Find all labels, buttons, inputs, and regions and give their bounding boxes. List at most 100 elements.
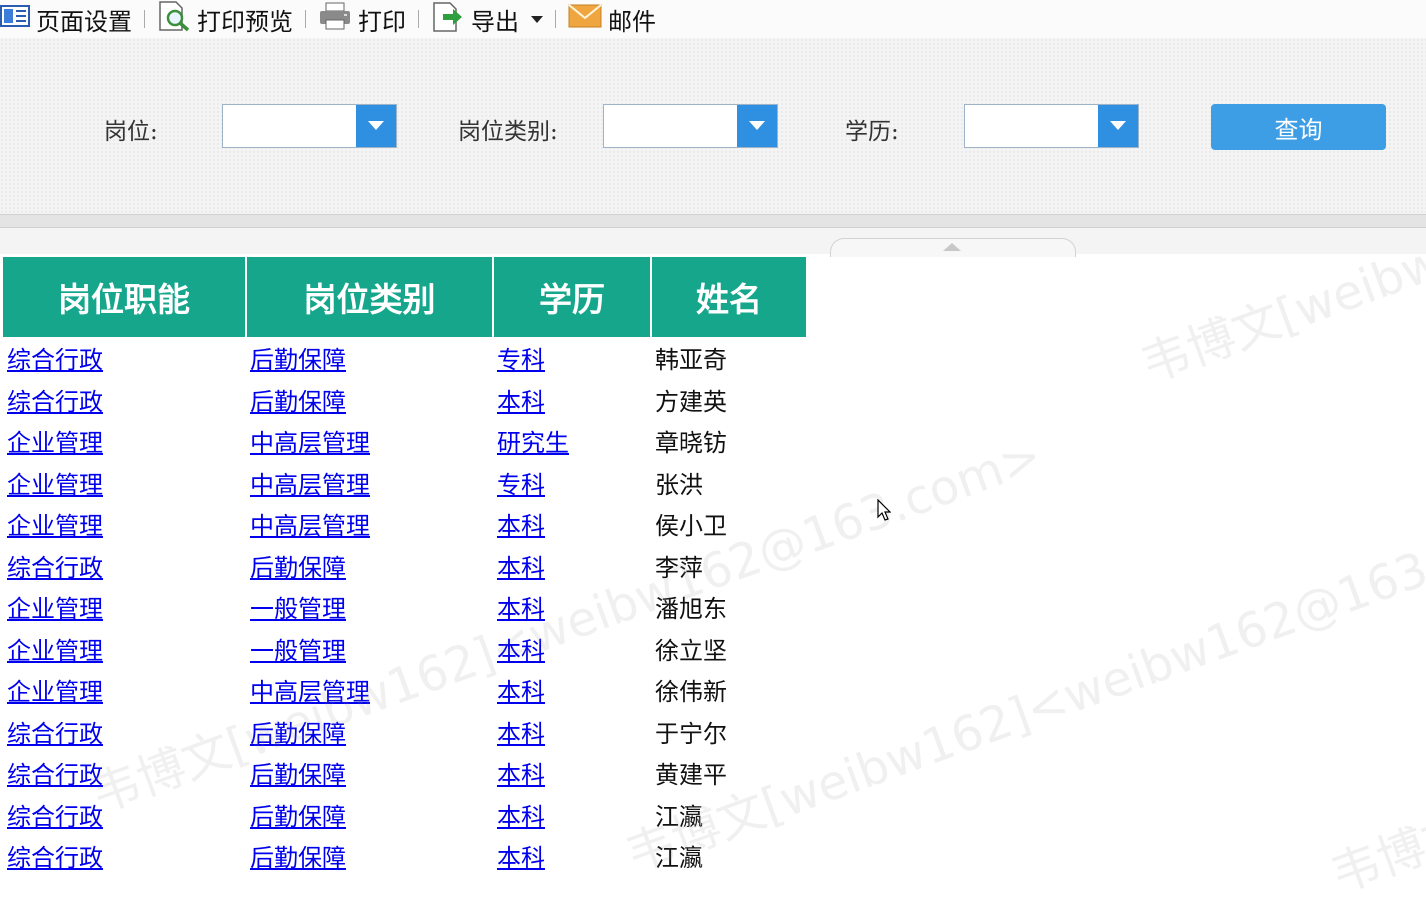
education-combobox[interactable] <box>964 104 1139 148</box>
table-row: 企业管理 一般管理 本科 徐立坚 <box>3 628 806 670</box>
cell-name: 韩亚奇 <box>655 346 727 375</box>
chevron-down-icon[interactable] <box>1098 105 1138 147</box>
cell-category-link[interactable]: 中高层管理 <box>250 512 370 540</box>
export-button[interactable]: 导出 <box>431 0 543 38</box>
table-row: 企业管理 一般管理 本科 潘旭东 <box>3 586 806 628</box>
table-cell: 综合行政 <box>3 835 246 877</box>
export-icon <box>431 0 465 39</box>
table-cell: 本科 <box>493 752 651 794</box>
table-cell: 中高层管理 <box>246 503 493 545</box>
cell-category-link[interactable]: 中高层管理 <box>250 429 370 457</box>
mouse-cursor-icon <box>877 498 892 525</box>
table-cell: 本科 <box>493 794 651 836</box>
cell-education-link[interactable]: 本科 <box>497 554 545 582</box>
cell-function-link[interactable]: 综合行政 <box>7 844 103 872</box>
cell-function-link[interactable]: 综合行政 <box>7 720 103 748</box>
print-label: 打印 <box>358 7 406 36</box>
table-cell: 综合行政 <box>3 711 246 753</box>
chevron-down-icon[interactable] <box>737 105 777 147</box>
print-preview-icon <box>157 0 191 38</box>
cell-education-link[interactable]: 本科 <box>497 637 545 665</box>
cell-function-link[interactable]: 综合行政 <box>7 554 103 582</box>
column-header-education[interactable]: 学历 <box>493 257 652 337</box>
cell-education-link[interactable]: 本科 <box>497 388 545 416</box>
cell-category-link[interactable]: 后勤保障 <box>250 346 346 374</box>
cell-category-link[interactable]: 后勤保障 <box>250 554 346 582</box>
cell-function-link[interactable]: 综合行政 <box>7 388 103 416</box>
position-filter-label: 岗位: <box>104 119 158 145</box>
cell-name: 江瀛 <box>655 844 703 873</box>
cell-education-link[interactable]: 研究生 <box>497 429 569 457</box>
cell-category-link[interactable]: 后勤保障 <box>250 844 346 872</box>
cell-education-link[interactable]: 本科 <box>497 512 545 540</box>
column-header-function[interactable]: 岗位职能 <box>3 257 247 337</box>
table-cell: 研究生 <box>493 420 651 462</box>
page-setup-button[interactable]: 页面设置 <box>0 0 132 38</box>
cell-education-link[interactable]: 本科 <box>497 803 545 831</box>
table-cell: 后勤保障 <box>246 337 493 379</box>
cell-name: 黄建平 <box>655 761 727 790</box>
cell-function-link[interactable]: 企业管理 <box>7 595 103 623</box>
column-header-name[interactable]: 姓名 <box>651 257 806 337</box>
category-combobox[interactable] <box>603 104 778 148</box>
cell-category-link[interactable]: 后勤保障 <box>250 761 346 789</box>
cell-function-link[interactable]: 企业管理 <box>7 512 103 540</box>
cell-category-link[interactable]: 后勤保障 <box>250 388 346 416</box>
cell-function-link[interactable]: 综合行政 <box>7 761 103 789</box>
collapse-toggle[interactable] <box>830 238 1076 257</box>
query-button[interactable]: 查询 <box>1211 104 1386 150</box>
chevron-down-icon[interactable] <box>531 15 543 23</box>
page-setup-icon <box>0 4 30 34</box>
cell-name: 徐伟新 <box>655 678 727 707</box>
table-cell: 本科 <box>493 628 651 670</box>
toolbar-divider <box>418 10 419 28</box>
cell-education-link[interactable]: 专科 <box>497 346 545 374</box>
position-combobox[interactable] <box>222 104 397 148</box>
cell-category-link[interactable]: 中高层管理 <box>250 471 370 499</box>
cell-education-link[interactable]: 本科 <box>497 720 545 748</box>
column-header-category[interactable]: 岗位类别 <box>246 257 494 337</box>
cell-function-link[interactable]: 企业管理 <box>7 471 103 499</box>
cell-category-link[interactable]: 后勤保障 <box>250 720 346 748</box>
cell-function-link[interactable]: 企业管理 <box>7 637 103 665</box>
cell-education-link[interactable]: 本科 <box>497 761 545 789</box>
cell-category-link[interactable]: 一般管理 <box>250 595 346 623</box>
table-cell: 企业管理 <box>3 420 246 462</box>
cell-category-link[interactable]: 中高层管理 <box>250 678 370 706</box>
toolbar-divider <box>305 10 306 28</box>
printer-icon <box>318 1 352 37</box>
mail-button[interactable]: 邮件 <box>568 0 656 38</box>
cell-education-link[interactable]: 本科 <box>497 678 545 706</box>
cell-name: 潘旭东 <box>655 595 727 624</box>
cell-function-link[interactable]: 企业管理 <box>7 678 103 706</box>
table-cell: 本科 <box>493 379 651 421</box>
print-preview-button[interactable]: 打印预览 <box>157 0 293 38</box>
category-filter-label: 岗位类别: <box>458 119 558 145</box>
report-table-container: 岗位职能 岗位类别 学历 姓名 综合行政 后勤保障 专科 韩亚奇 综合行政 后勤保障 本科方… <box>3 257 806 877</box>
report-toolbar: 页面设置 打印预览 打印 导出 邮件 <box>0 0 1426 38</box>
table-row: 综合行政 后勤保障 本科 江瀛 <box>3 794 806 836</box>
cell-education-link[interactable]: 本科 <box>497 844 545 872</box>
toolbar-divider <box>555 10 556 28</box>
page-setup-label: 页面设置 <box>36 7 132 36</box>
cell-education-link[interactable]: 专科 <box>497 471 545 499</box>
print-button[interactable]: 打印 <box>318 0 406 38</box>
table-cell: 综合行政 <box>3 545 246 587</box>
table-cell: 企业管理 <box>3 586 246 628</box>
cell-name: 章晓钫 <box>655 429 727 458</box>
table-cell: 综合行政 <box>3 794 246 836</box>
cell-education-link[interactable]: 本科 <box>497 595 545 623</box>
toolbar-divider <box>144 10 145 28</box>
cell-category-link[interactable]: 后勤保障 <box>250 803 346 831</box>
table-cell: 后勤保障 <box>246 545 493 587</box>
table-cell: 一般管理 <box>246 586 493 628</box>
cell-function-link[interactable]: 综合行政 <box>7 346 103 374</box>
mail-icon <box>568 3 602 35</box>
cell-function-link[interactable]: 企业管理 <box>7 429 103 457</box>
table-cell: 本科 <box>493 669 651 711</box>
cell-name: 江瀛 <box>655 802 703 831</box>
chevron-down-icon[interactable] <box>356 105 396 147</box>
cell-function-link[interactable]: 综合行政 <box>7 803 103 831</box>
education-filter-label: 学历: <box>845 119 899 145</box>
cell-category-link[interactable]: 一般管理 <box>250 637 346 665</box>
